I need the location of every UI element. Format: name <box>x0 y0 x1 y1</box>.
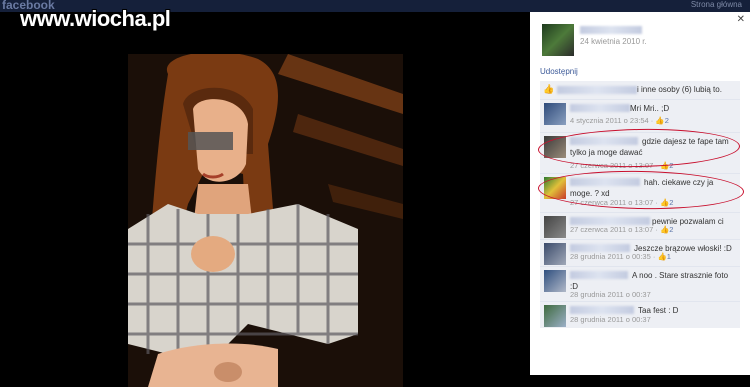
comment-like-count[interactable]: 2 <box>665 116 669 125</box>
comment-date: 4 stycznia 2011 o 23:54 · <box>570 116 654 125</box>
home-link[interactable]: Strona główna <box>691 0 742 9</box>
likes-text[interactable]: i inne osoby (6) lubią to. <box>637 85 722 94</box>
comment-date: 28 grudnia 2011 o 00:35 · <box>570 252 656 261</box>
comment-date: 28 grudnia 2011 o 00:37 <box>570 290 651 299</box>
watermark: www.wiocha.pl <box>20 6 171 31</box>
comment-date: 28 grudnia 2011 o 00:37 <box>570 315 651 324</box>
comment-text: Taa fest : D <box>638 306 679 315</box>
comment-like-count[interactable]: 2 <box>669 225 673 234</box>
photo-side-panel: ✕ 24 kwietnia 2010 r. Udostępnij 👍 i inn… <box>530 12 750 375</box>
comment-meta: 27 czerwca 2011 o 13:07 · 👍2 <box>570 225 673 234</box>
likers-names-censored[interactable] <box>557 86 637 94</box>
comment: Taa fest : D 28 grudnia 2011 o 00:37 <box>540 301 740 328</box>
comment-text: Mri Mri.. ;D <box>630 104 670 113</box>
commenter-name-censored[interactable] <box>570 104 630 112</box>
like-count-icon[interactable]: 👍 <box>655 116 664 125</box>
commenter-name-censored[interactable] <box>570 244 630 252</box>
owner-name-censored[interactable] <box>580 26 642 34</box>
photo-illustration <box>128 54 403 387</box>
comment-date: 27 czerwca 2011 o 13:07 · <box>570 225 658 234</box>
commenter-avatar[interactable] <box>544 103 566 125</box>
close-icon[interactable]: ✕ <box>737 14 745 25</box>
photo[interactable] <box>128 54 403 387</box>
comment-text: A noo . Stare strasznie foto :D <box>570 271 729 291</box>
comment: Mri Mri.. ;D 4 stycznia 2011 o 23:54 · 👍… <box>540 99 740 132</box>
like-count-icon[interactable]: 👍 <box>657 252 666 261</box>
likes-summary: 👍 i inne osoby (6) lubią to. <box>540 81 740 100</box>
comment-meta: 28 grudnia 2011 o 00:37 <box>570 315 651 324</box>
commenter-avatar[interactable] <box>544 305 566 327</box>
photo-viewer <box>0 12 530 387</box>
share-link[interactable]: Udostępnij <box>540 67 578 76</box>
comment-meta: 4 stycznia 2011 o 23:54 · 👍2 <box>570 116 669 125</box>
commenter-avatar[interactable] <box>544 216 566 238</box>
like-count-icon[interactable]: 👍 <box>660 225 669 234</box>
comment: A noo . Stare strasznie foto :D 28 grudn… <box>540 266 740 301</box>
comment: Jeszcze brązowe włoski! :D 28 grudnia 20… <box>540 239 740 266</box>
comment-like-count[interactable]: 1 <box>667 252 671 261</box>
owner-date: 24 kwietnia 2010 r. <box>580 37 647 46</box>
commenter-name-censored[interactable] <box>570 217 650 225</box>
commenter-avatar[interactable] <box>544 243 566 265</box>
comment-meta: 28 grudnia 2011 o 00:35 · 👍1 <box>570 252 671 261</box>
commenter-avatar[interactable] <box>544 270 566 292</box>
commenter-name-censored[interactable] <box>570 306 634 314</box>
comment-meta: 28 grudnia 2011 o 00:37 <box>570 290 651 299</box>
thumbs-up-icon: 👍 <box>543 84 555 94</box>
comment: pewnie pozwalam ci 27 czerwca 2011 o 13:… <box>540 212 740 239</box>
owner-avatar[interactable] <box>542 24 574 56</box>
